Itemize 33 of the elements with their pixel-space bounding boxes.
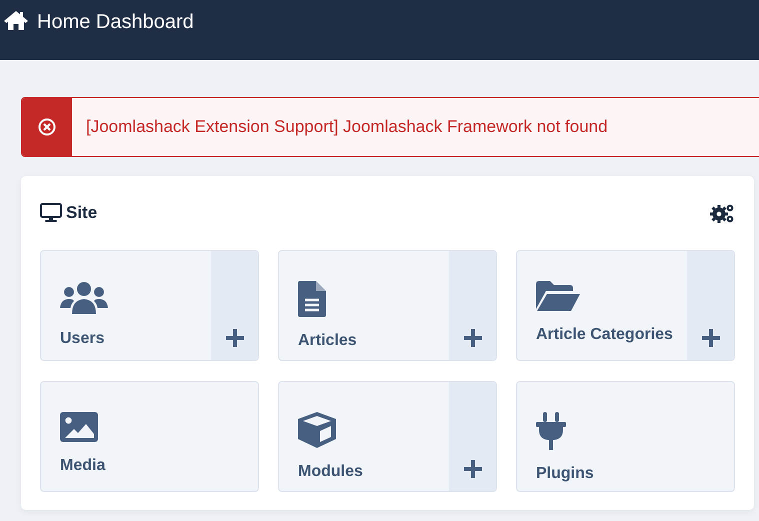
tile-label: Article Categories — [536, 324, 674, 344]
tile-label: Modules — [298, 462, 364, 482]
add-button[interactable] — [449, 250, 496, 360]
cube-icon — [298, 412, 336, 448]
dashboard-tile[interactable]: Modules — [278, 380, 497, 492]
tile-label: Articles — [298, 330, 358, 350]
tile-label: Plugins — [536, 464, 595, 484]
dashboard-tile[interactable]: Media — [40, 380, 259, 492]
settings-icon[interactable] — [710, 202, 735, 223]
tile-label: Users — [60, 328, 106, 348]
plus-icon — [224, 328, 244, 348]
image-icon — [60, 412, 98, 442]
home-icon — [3, 9, 29, 31]
add-button[interactable] — [449, 382, 496, 490]
dashboard-tile[interactable]: Article Categories — [516, 250, 735, 360]
monitor-icon — [40, 202, 62, 223]
tile-label: Media — [60, 456, 106, 476]
error-message: [Joomlashack Extension Support] Joomlashack Framework not found — [85, 116, 608, 138]
plus-icon — [700, 328, 720, 348]
add-button[interactable] — [687, 250, 734, 360]
dashboard-tile[interactable]: Articles — [278, 250, 497, 360]
card-title: Site — [66, 202, 98, 224]
folder-icon — [536, 280, 580, 310]
dashboard-tile[interactable]: Plugins — [516, 380, 735, 492]
plus-icon — [462, 328, 482, 348]
dashboard-tile[interactable]: Users — [40, 250, 259, 360]
plus-icon — [462, 458, 482, 478]
page-title: Home Dashboard — [37, 10, 194, 35]
add-button[interactable] — [211, 250, 258, 360]
plug-icon — [536, 412, 566, 450]
error-icon — [38, 118, 56, 136]
users-icon — [60, 280, 108, 314]
document-icon — [298, 280, 326, 316]
